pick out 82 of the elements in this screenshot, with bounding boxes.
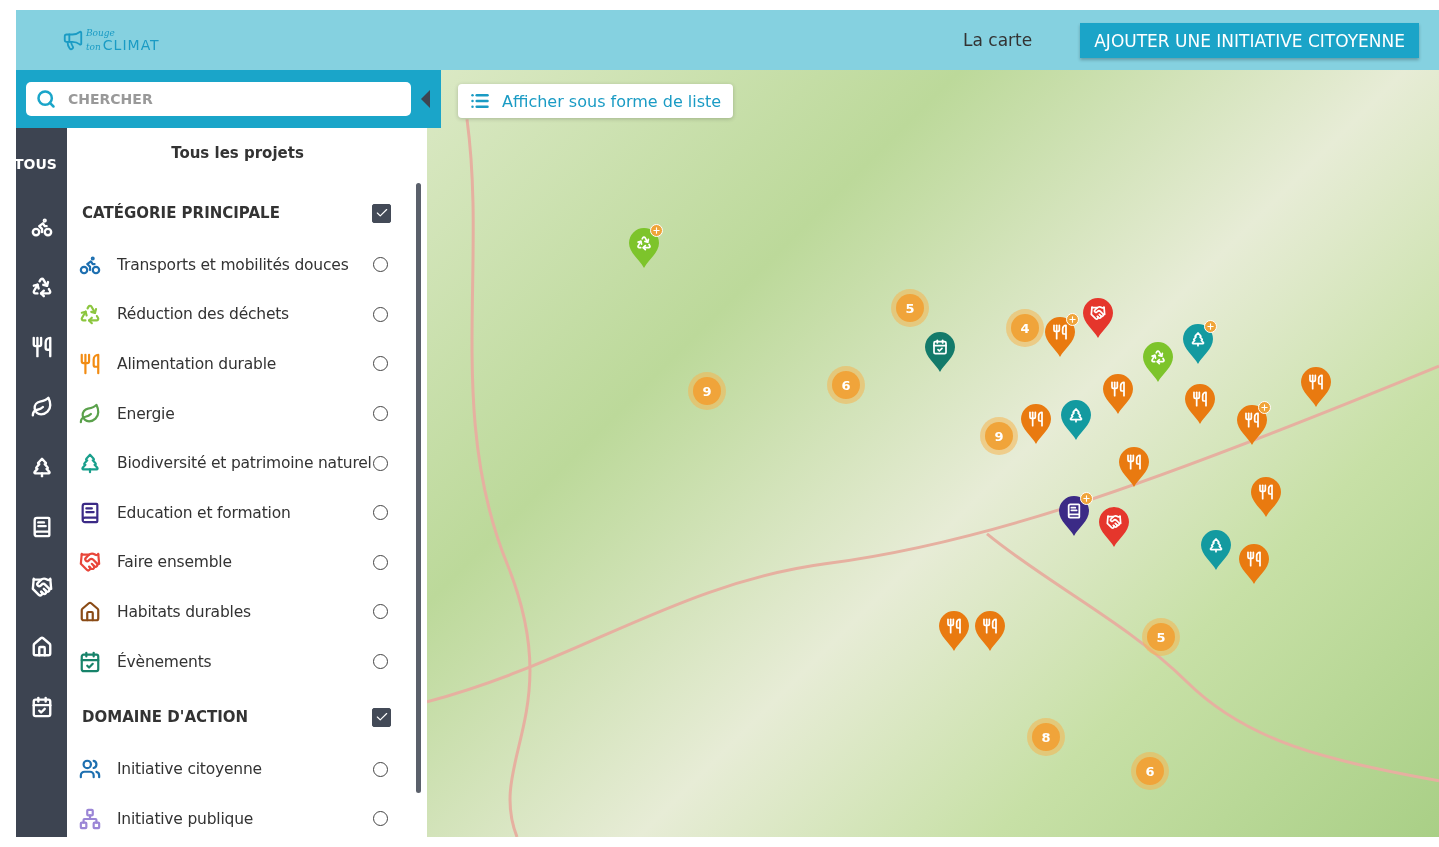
recycle-icon (1150, 349, 1166, 365)
megaphone-icon (62, 29, 84, 51)
panel-title: Tous les projets (170, 144, 305, 162)
check-icon (374, 206, 389, 220)
plus-icon (1258, 401, 1271, 414)
logo-text: Bouge (86, 28, 116, 38)
food-icon (1192, 391, 1208, 407)
search-icon (36, 89, 56, 109)
category-label[interactable]: Initiative citoyenne (117, 760, 373, 779)
logo-text: CLIMAT (102, 37, 160, 52)
tree-icon (30, 456, 53, 478)
food-icon (79, 353, 101, 375)
house-icon (79, 600, 101, 623)
radio-button[interactable] (373, 356, 388, 372)
radio-button[interactable] (373, 505, 388, 521)
logo-text: ton (86, 42, 101, 52)
food-icon (1258, 484, 1274, 500)
section-title: CATÉGORIE PRINCIPALE (82, 204, 280, 222)
search-field[interactable]: CHERCHER (26, 82, 411, 116)
radio-button[interactable] (373, 406, 388, 422)
food-icon (1308, 374, 1324, 390)
handshake-icon (30, 576, 53, 598)
food-icon (982, 618, 998, 634)
category-label[interactable]: Transports et mobilités douces (117, 255, 373, 274)
tree-icon (1208, 537, 1224, 553)
users-icon (79, 758, 101, 781)
category-label[interactable]: Alimentation durable (117, 355, 373, 373)
leaf-icon (30, 396, 53, 418)
network-icon (79, 807, 101, 830)
food-icon (30, 336, 53, 358)
map-pin[interactable] (1059, 492, 1093, 536)
handshake-icon (79, 551, 101, 574)
handshake-icon (1106, 514, 1122, 530)
event-icon (79, 650, 101, 673)
house-icon (30, 636, 53, 658)
event-icon (932, 339, 948, 355)
plus-icon (1204, 320, 1217, 333)
recycle-icon (79, 303, 101, 326)
radio-button[interactable] (373, 257, 388, 273)
tree-icon (1190, 331, 1206, 347)
category-label[interactable]: Évènements (117, 652, 373, 671)
radio-button[interactable] (373, 604, 388, 620)
book-icon (79, 501, 101, 524)
category-label[interactable]: Faire ensemble (117, 553, 373, 572)
plus-icon (1080, 492, 1093, 505)
radio-button[interactable] (373, 306, 388, 322)
plus-icon (650, 224, 663, 237)
food-icon (1244, 412, 1260, 428)
nav-link[interactable]: La carte (963, 30, 1033, 50)
section-title: DOMAINE D'ACTION (82, 708, 249, 727)
leaf-icon (79, 402, 101, 425)
event-icon (30, 696, 53, 718)
tree-icon (79, 452, 101, 475)
category-label[interactable]: Initiative publique (117, 809, 373, 828)
book-icon (30, 516, 53, 538)
recycle-icon (636, 235, 652, 251)
category-label[interactable]: Biodiversité et patrimoine naturel (117, 454, 373, 473)
section-checkbox[interactable] (372, 707, 391, 727)
category-label[interactable]: Energie (117, 404, 373, 423)
food-icon (1246, 551, 1262, 567)
food-icon (1052, 324, 1068, 340)
section-checkbox[interactable] (372, 203, 391, 223)
sidebar-tab[interactable]: TOUS (10, 156, 61, 216)
food-icon (1028, 411, 1044, 427)
handshake-icon (1090, 305, 1106, 321)
tree-icon (1068, 407, 1084, 423)
recycle-icon (30, 276, 53, 298)
category-label[interactable]: Réduction des déchets (117, 305, 373, 324)
radio-button[interactable] (373, 455, 388, 471)
radio-button[interactable] (373, 554, 388, 570)
plus-icon (1066, 313, 1079, 326)
category-label[interactable]: Education et formation (117, 503, 373, 522)
book-icon (1066, 503, 1082, 519)
radio-button[interactable] (373, 811, 388, 827)
radio-button[interactable] (373, 761, 388, 777)
food-icon (1110, 381, 1126, 397)
food-icon (946, 618, 962, 634)
food-icon (1126, 454, 1142, 470)
category-label[interactable]: Habitats durables (117, 602, 373, 621)
bike-icon (30, 216, 53, 238)
radio-button[interactable] (373, 654, 388, 670)
list-icon (470, 91, 490, 111)
